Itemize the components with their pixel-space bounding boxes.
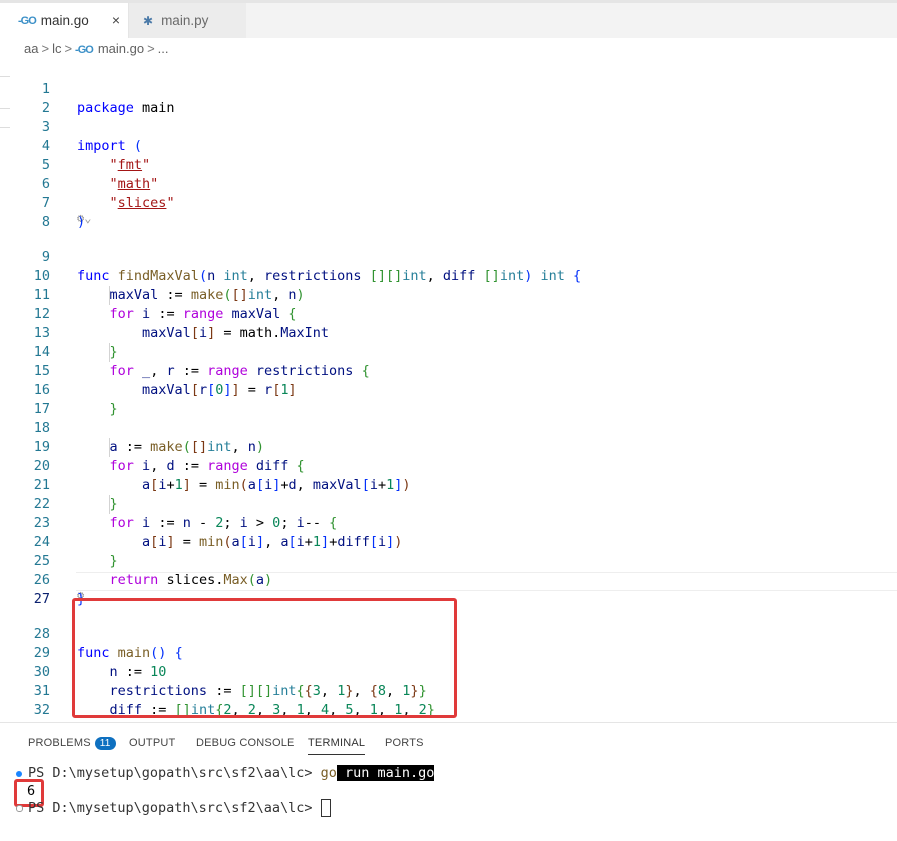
code-line: 10 maxVal := make([]int, n) xyxy=(0,248,897,303)
code-line: 25 return slices.Max(a) xyxy=(0,533,897,588)
code-line: 9 func findMaxVal(n int, restrictions []… xyxy=(0,229,897,284)
code-line: 13 } xyxy=(0,305,897,360)
breadcrumb-symbol[interactable]: ... xyxy=(158,41,169,56)
go-icon: -GO xyxy=(75,44,94,56)
editor-tab-bar: -GO main.go × ✱ main.py xyxy=(0,0,897,38)
terminal-output: 6 xyxy=(27,783,36,799)
tab-problems[interactable]: PROBLEMS 11 xyxy=(28,737,116,750)
close-icon[interactable]: × xyxy=(112,12,120,28)
problems-count-badge: 11 xyxy=(94,737,116,750)
terminal-line[interactable]: PS D:\mysetup\gopath\src\sf2\aa\lc> xyxy=(28,799,331,817)
chevron-right-icon: > xyxy=(147,41,155,56)
tab-ports[interactable]: PORTS xyxy=(385,737,424,749)
terminal-cursor xyxy=(320,799,331,817)
breadcrumb: aa > lc > -GO main.go >... xyxy=(0,38,897,60)
code-line: 18 a := make([]int, n) xyxy=(0,400,897,455)
tab-main-py[interactable]: ✱ main.py xyxy=(128,3,246,38)
panel-tabs: PROBLEMS 11 OUTPUT DEBUG CONSOLE TERMINAL… xyxy=(0,723,897,763)
code-line: 4 "fmt" xyxy=(0,118,897,173)
tab-label: PROBLEMS xyxy=(28,737,91,749)
command-status-dot xyxy=(16,771,22,777)
code-line: 11 for i := range maxVal { xyxy=(0,267,897,322)
command-status-dot xyxy=(16,805,23,812)
code-line: 15 maxVal[r[0]] = r[1] xyxy=(0,343,897,398)
tab-label: main.py xyxy=(161,13,209,28)
terminal-prompt: PS D:\mysetup\gopath\src\sf2\aa\lc> xyxy=(28,800,321,816)
code-editor[interactable]: ⚙⌄ ⚙ 1 package main 2 3 import ( 4 "fmt"… xyxy=(0,60,897,720)
chevron-right-icon: > xyxy=(64,41,73,56)
breadcrumb-folder-lc[interactable]: lc xyxy=(52,41,61,56)
code-line: 8 xyxy=(0,194,897,230)
code-line: 6 "slices" xyxy=(0,156,897,211)
breadcrumb-file[interactable]: main.go xyxy=(98,41,144,56)
bottom-panel: PROBLEMS 11 OUTPUT DEBUG CONSOLE TERMINAL… xyxy=(0,722,897,841)
code-line: 21 } xyxy=(0,457,897,512)
code-line: 12 maxVal[i] = math.MaxInt xyxy=(0,286,897,341)
code-line: 23 a[i] = min(a[i], a[i+1]+diff[i]) xyxy=(0,495,897,550)
code-line: 24 } xyxy=(0,514,897,569)
breadcrumb-folder-aa[interactable]: aa xyxy=(24,41,38,56)
tab-output[interactable]: OUTPUT xyxy=(129,737,175,749)
code-line: 17 xyxy=(0,381,897,417)
code-line: 5 "math" xyxy=(0,137,897,192)
chevron-right-icon: > xyxy=(41,41,50,56)
terminal-command-args: run main.go xyxy=(336,765,435,781)
code-line: 2 xyxy=(0,80,897,116)
tab-debug-console[interactable]: DEBUG CONSOLE xyxy=(196,737,295,749)
tab-main-go[interactable]: -GO main.go × xyxy=(0,3,128,38)
code-line: 7 ) xyxy=(0,175,897,230)
code-line: 27 xyxy=(0,571,897,607)
code-line: 26 } xyxy=(0,552,897,607)
code-line: 20 a[i+1] = min(a[i]+d, maxVal[i+1]) xyxy=(0,438,897,493)
code-line: 19 for i, d := range diff { xyxy=(0,419,897,474)
go-icon: -GO xyxy=(18,14,37,27)
code-line: 22 for i := n - 2; i > 0; i-- { xyxy=(0,476,897,531)
terminal-prompt: PS D:\mysetup\gopath\src\sf2\aa\lc> xyxy=(28,765,321,781)
tab-label: main.go xyxy=(40,13,89,28)
python-icon: ✱ xyxy=(143,13,154,28)
annotation-highlight-box xyxy=(72,598,457,718)
code-line: 14 for _, r := range restrictions { xyxy=(0,324,897,379)
code-line: 1 package main xyxy=(0,61,897,116)
code-line: 3 import ( xyxy=(0,99,897,154)
code-line: 16 } xyxy=(0,362,897,417)
terminal-command: go xyxy=(320,765,337,781)
terminal-line[interactable]: PS D:\mysetup\gopath\src\sf2\aa\lc> go r… xyxy=(28,765,435,781)
tab-terminal[interactable]: TERMINAL xyxy=(308,737,366,755)
